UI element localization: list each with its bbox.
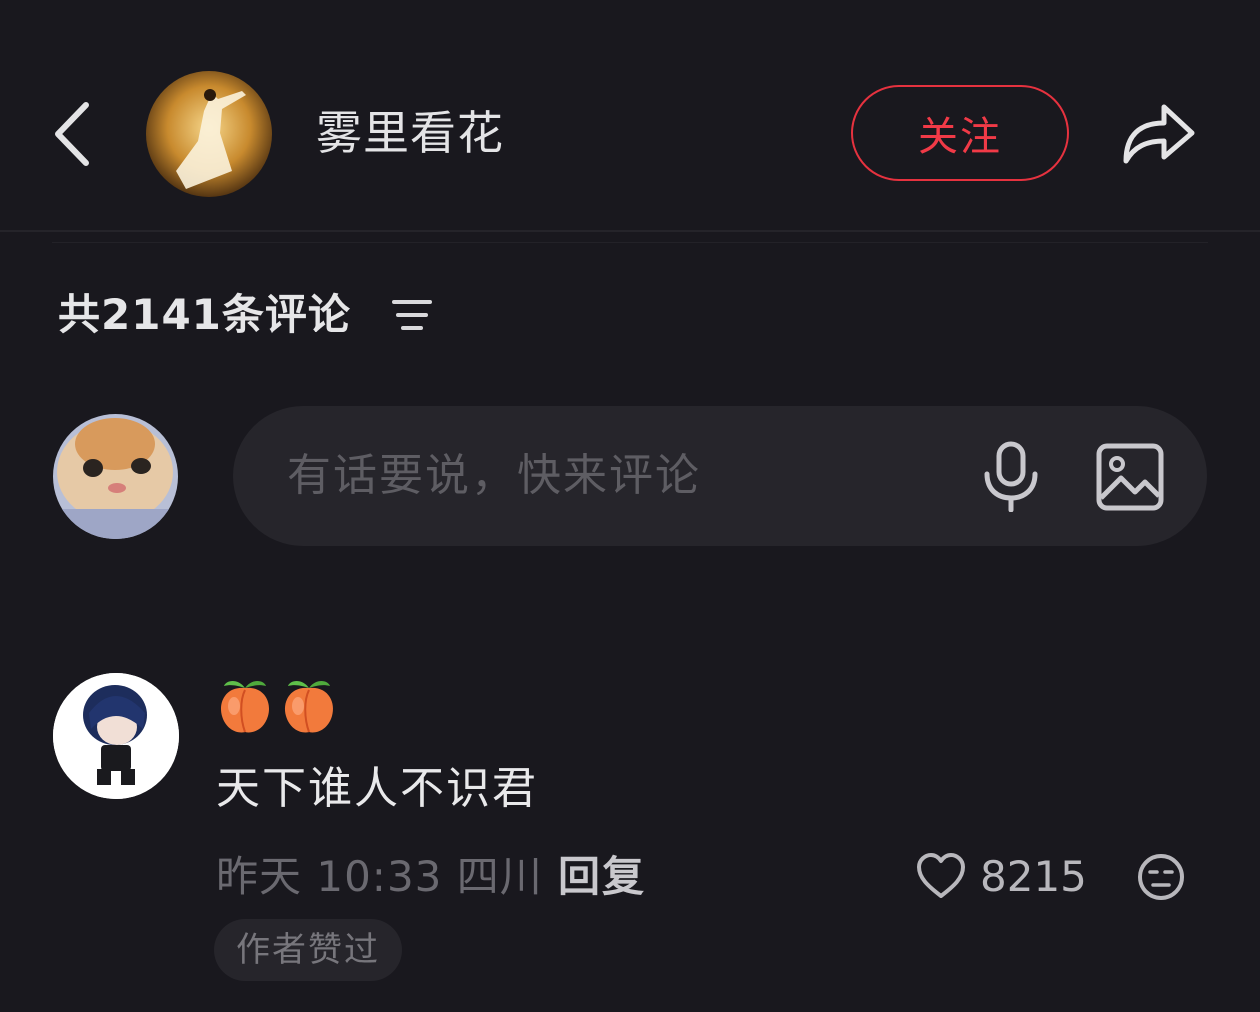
comment-emoji-row bbox=[216, 678, 338, 736]
like-count: 8215 bbox=[980, 852, 1087, 901]
header-divider-inner bbox=[52, 242, 1208, 243]
comments-page: 雾里看花 关注 共2141条评论 有话要说，快来评论 天下谁人不识君 昨天 10… bbox=[0, 0, 1260, 1012]
author-name[interactable]: 雾里看花 bbox=[316, 102, 504, 164]
commenter-avatar[interactable] bbox=[53, 673, 179, 799]
sort-icon[interactable] bbox=[390, 296, 434, 336]
comment-meta: 昨天 10:33 四川 bbox=[216, 852, 543, 901]
peach-emoji-icon bbox=[284, 681, 334, 733]
share-arrow-icon bbox=[1123, 104, 1195, 164]
my-avatar[interactable] bbox=[53, 414, 178, 539]
header-divider bbox=[0, 230, 1260, 232]
author-avatar[interactable] bbox=[146, 71, 272, 197]
back-button[interactable] bbox=[48, 96, 96, 172]
comment-count: 共2141条评论 bbox=[58, 290, 351, 339]
peach-emoji-icon bbox=[220, 681, 270, 733]
emoji-reaction-icon[interactable] bbox=[1136, 852, 1186, 902]
heart-icon[interactable] bbox=[916, 852, 966, 900]
chevron-left-icon bbox=[55, 102, 89, 166]
comment-input[interactable]: 有话要说，快来评论 bbox=[233, 406, 1207, 546]
comment-text: 天下谁人不识君 bbox=[216, 763, 538, 814]
follow-button[interactable]: 关注 bbox=[851, 85, 1069, 181]
comment-input-placeholder: 有话要说，快来评论 bbox=[287, 450, 701, 501]
author-liked-badge: 作者赞过 bbox=[214, 919, 402, 981]
image-icon[interactable] bbox=[1095, 442, 1165, 512]
reply-button[interactable]: 回复 bbox=[558, 848, 646, 906]
share-button[interactable] bbox=[1116, 92, 1200, 170]
microphone-icon[interactable] bbox=[981, 440, 1041, 513]
